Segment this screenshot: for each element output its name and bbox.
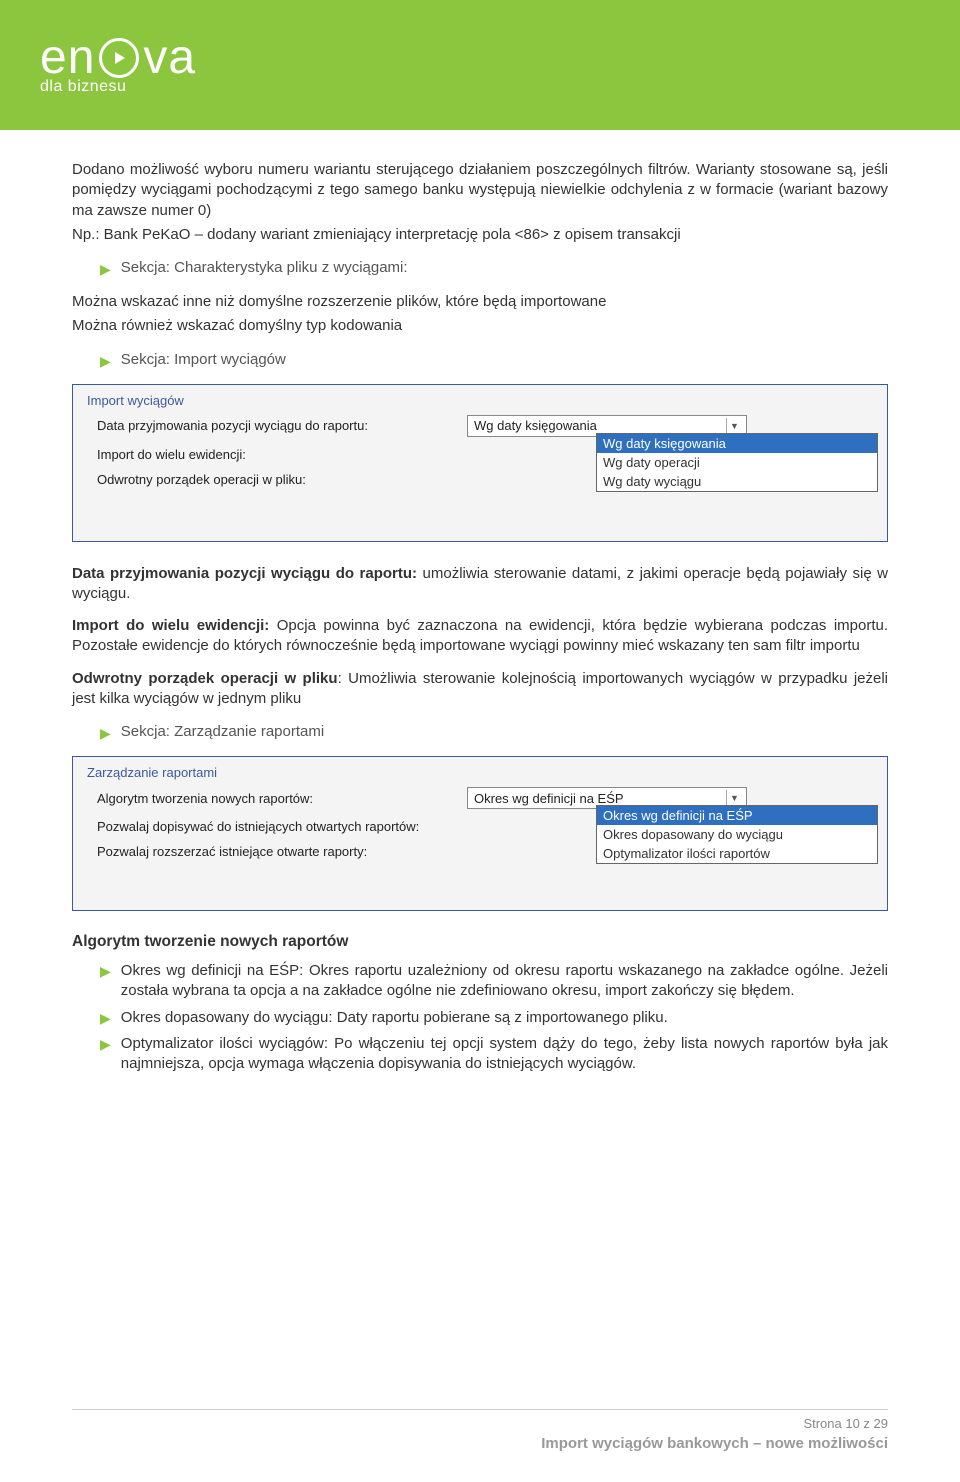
section-heading: Algorytm tworzenie nowych raportów [72,933,888,951]
field-label: Pozwalaj dopisywać do istniejących otwar… [97,819,527,834]
brand-prefix: en [40,34,95,82]
term: Okres wg definicji na EŚP [121,962,299,979]
bullet-label: Sekcja: Import wyciągów [121,351,286,368]
field-label: Pozwalaj rozszerzać istniejące otwarte r… [97,844,527,859]
dropdown-option[interactable]: Wg daty operacji [597,453,877,472]
chevron-down-icon: ▼ [726,418,742,434]
triangle-right-icon: ▶ [100,353,111,370]
paragraph: Można również wskazać domyślny typ kodow… [72,316,888,336]
page-number: Strona 10 z 29 [72,1416,888,1431]
brand-suffix: va [143,34,196,82]
term: Data przyjmowania pozycji wyciągu do rap… [72,565,417,582]
term: Import do wielu ewidencji: [72,617,269,634]
paragraph: Import do wielu ewidencji: Opcja powinna… [72,616,888,657]
term: Okres dopasowany do wyciągu [121,1009,329,1026]
section-bullet: ▶ Sekcja: Charakterystyka pliku z wyciąg… [100,259,888,278]
import-panel: Import wyciągów Data przyjmowania pozycj… [72,384,888,542]
term: Optymalizator ilości wyciągów: [121,1035,334,1052]
section-bullet: ▶ Sekcja: Import wyciągów [100,351,888,370]
paragraph: Data przyjmowania pozycji wyciągu do rap… [72,564,888,605]
paragraph: Dodano możliwość wyboru numeru wariantu … [72,160,888,221]
field-label: Odwrotny porządek operacji w pliku: [97,472,467,487]
list-item: ▶ Okres wg definicji na EŚP: Okres rapor… [100,961,888,1006]
select-value: Wg daty księgowania [474,418,597,433]
header-band: en va dla biznesu [0,0,960,130]
dropdown-option[interactable]: Optymalizator ilości raportów [597,844,877,863]
select-value: Okres wg definicji na EŚP [474,791,624,806]
list-item: ▶ Optymalizator ilości wyciągów: Po włąc… [100,1034,888,1079]
algorithm-dropdown: Okres wg definicji na EŚP Okres dopasowa… [596,805,878,864]
paragraph: Można wskazać inne niż domyślne rozszerz… [72,292,888,312]
triangle-right-icon: ▶ [100,261,111,278]
page-footer: Strona 10 z 29 Import wyciągów bankowych… [72,1409,888,1452]
field-label: Algorytm tworzenia nowych raportów: [97,791,467,806]
field-label: Data przyjmowania pozycji wyciągu do rap… [97,418,467,433]
triangle-right-icon: ▶ [100,725,111,742]
document-content: Dodano możliwość wyboru numeru wariantu … [0,130,960,1078]
dropdown-option[interactable]: Okres wg definicji na EŚP [597,806,877,825]
panel-title: Import wyciągów [83,391,877,410]
section-bullet: ▶ Sekcja: Zarządzanie raportami [100,723,888,742]
date-mode-dropdown: Wg daty księgowania Wg daty operacji Wg … [596,433,878,492]
triangle-right-icon: ▶ [100,1010,111,1027]
brand-tagline: dla biznesu [40,78,196,96]
panel-title: Zarządzanie raportami [83,763,877,782]
dropdown-option[interactable]: Okres dopasowany do wyciągu [597,825,877,844]
paragraph: Np.: Bank PeKaO – dodany wariant zmienia… [72,225,888,245]
list-item: ▶ Okres dopasowany do wyciągu: Daty rapo… [100,1008,888,1032]
paragraph: Odwrotny porządek operacji w pliku: Umoż… [72,669,888,710]
triangle-right-icon: ▶ [100,1036,111,1053]
field-label: Import do wielu ewidencji: [97,447,467,462]
bullet-label: Sekcja: Zarządzanie raportami [121,723,324,740]
term: Odwrotny porządek operacji w pliku [72,670,338,687]
dropdown-option[interactable]: Wg daty wyciągu [597,472,877,491]
footer-title: Import wyciągów bankowych – nowe możliwo… [72,1435,888,1452]
dropdown-option[interactable]: Wg daty księgowania [597,434,877,453]
play-circle-icon [99,38,139,78]
logo: en va dla biznesu [40,34,196,96]
reports-panel: Zarządzanie raportami Algorytm tworzenia… [72,756,888,911]
chevron-down-icon: ▼ [726,790,742,806]
bullet-label: Sekcja: Charakterystyka pliku z wyciągam… [121,259,408,276]
triangle-right-icon: ▶ [100,963,111,980]
